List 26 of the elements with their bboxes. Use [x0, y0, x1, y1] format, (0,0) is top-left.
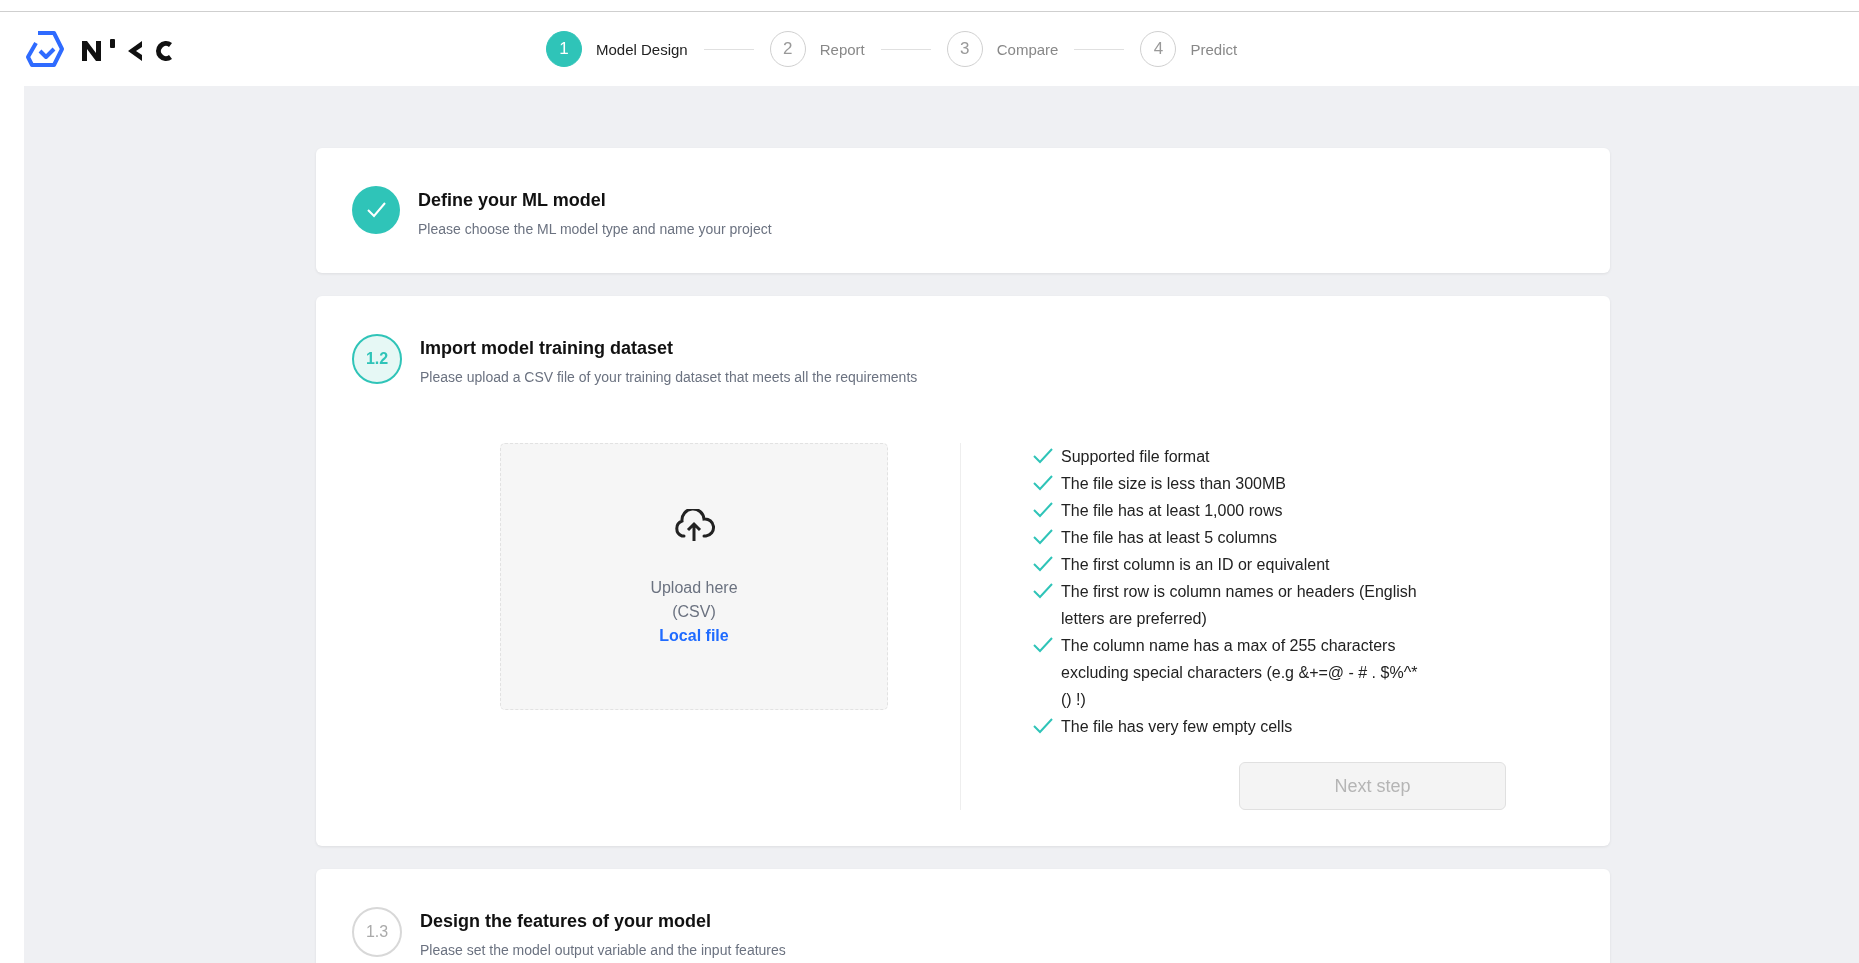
requirement-text: The first column is an ID or equivalent: [1061, 555, 1330, 575]
section-subtitle: Please choose the ML model type and name your project: [418, 221, 772, 237]
upload-dropzone[interactable]: Upload here (CSV) Local file: [500, 443, 888, 710]
step-tab[interactable]: 4 Predict: [1140, 31, 1238, 67]
requirement-text: The file has at least 1,000 rows: [1061, 501, 1283, 521]
step-number: 1.2: [352, 334, 402, 384]
format-label: (CSV): [672, 602, 716, 621]
step-tab[interactable]: 3 Compare: [946, 31, 1059, 67]
section-subtitle: Please set the model output variable and the input features: [420, 942, 786, 958]
requirement-text: The file has very few empty cells: [1061, 717, 1293, 737]
step-tab[interactable]: 1 Model Design: [546, 31, 688, 67]
requirement-text: The column name has a max of 255 characters excluding special characters (e.g &+=@ - # . $%^*() !): [1061, 636, 1418, 710]
requirement-text: The file size is less than 300MB: [1061, 474, 1286, 494]
requirement-text: The first row is column names or headers (English letters are preferred): [1061, 582, 1418, 629]
local-file-link[interactable]: Local file: [659, 626, 729, 645]
section-title: Import model training dataset: [420, 338, 675, 359]
section-title: Define your ML model: [418, 190, 607, 211]
done-check-icon: [352, 186, 400, 234]
upload-label: Upload here: [650, 578, 738, 597]
section-subtitle: Please upload a CSV file of your training dataset that meets all the requirements: [420, 369, 918, 385]
step-tab[interactable]: 2 Report: [769, 31, 865, 67]
step-number: 1.3: [352, 907, 402, 957]
cloud-upload-icon: [672, 508, 716, 543]
section-title: Design the features of your model: [420, 911, 713, 932]
requirement-text: Supported file format: [1061, 447, 1210, 467]
requirement-text: The file has at least 5 columns: [1061, 528, 1278, 548]
